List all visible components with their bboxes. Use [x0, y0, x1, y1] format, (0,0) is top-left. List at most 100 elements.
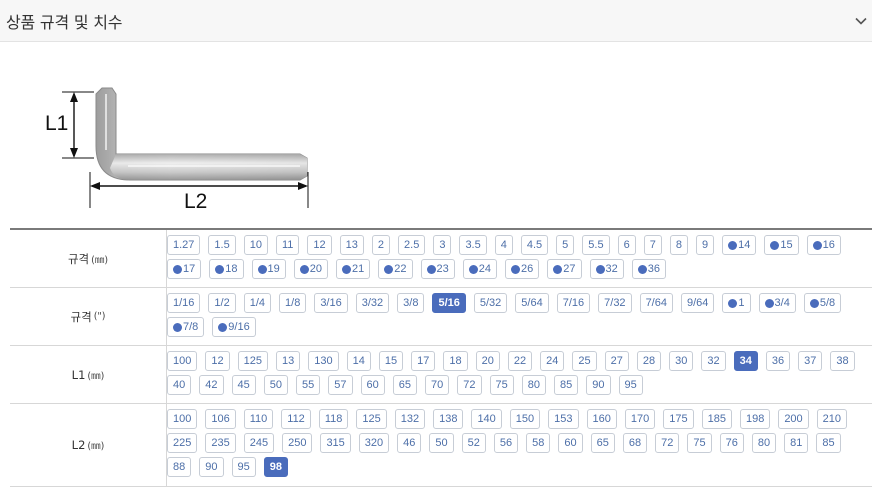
option-chip[interactable]: 1/16	[167, 293, 201, 313]
option-chip[interactable]: 315	[320, 433, 351, 453]
option-chip[interactable]: 40	[167, 375, 192, 395]
option-chip[interactable]: 7/8	[167, 317, 205, 337]
option-chip-selected[interactable]: 5/16	[432, 293, 466, 313]
option-chip[interactable]: 160	[586, 409, 617, 429]
option-chip[interactable]: 42	[199, 375, 224, 395]
option-chip[interactable]: 15	[378, 351, 404, 371]
option-chip[interactable]: 27	[547, 259, 582, 279]
option-chip[interactable]: 140	[471, 409, 502, 429]
option-chip[interactable]: 90	[586, 375, 611, 395]
option-chip[interactable]: 245	[243, 433, 275, 453]
option-chip[interactable]: 7/32	[598, 293, 632, 313]
option-chip[interactable]: 100	[167, 409, 198, 429]
option-chip[interactable]: 24	[540, 351, 565, 371]
option-chip[interactable]: 72	[655, 433, 680, 453]
option-chip[interactable]: 3/32	[355, 293, 390, 313]
option-chip[interactable]: 9/64	[680, 293, 715, 313]
option-chip[interactable]: 200	[778, 409, 809, 429]
option-chip[interactable]: 36	[765, 351, 791, 371]
option-chip[interactable]: 210	[816, 409, 848, 429]
option-chip[interactable]: 14	[346, 351, 371, 371]
option-chip[interactable]: 106	[205, 409, 236, 429]
option-chip[interactable]: 1/8	[279, 293, 307, 313]
option-chip[interactable]: 250	[282, 433, 313, 453]
option-chip[interactable]: 22	[378, 259, 413, 279]
option-chip[interactable]: 138	[433, 409, 464, 429]
option-chip[interactable]: 5/32	[473, 293, 508, 313]
option-chip[interactable]: 85	[554, 375, 579, 395]
option-chip[interactable]: 52	[461, 433, 486, 453]
option-chip[interactable]: 225	[167, 433, 198, 453]
option-chip[interactable]: 75	[687, 433, 712, 453]
option-chip-selected[interactable]: 34	[733, 351, 758, 371]
option-chip[interactable]: 6	[617, 235, 636, 255]
option-chip[interactable]: 37	[798, 351, 823, 371]
option-chip[interactable]: 22	[507, 351, 533, 371]
chevron-down-icon[interactable]	[850, 0, 872, 42]
option-chip[interactable]: 85	[816, 433, 841, 453]
option-chip[interactable]: 1	[722, 293, 751, 313]
option-chip[interactable]: 17	[411, 351, 436, 371]
option-chip[interactable]: 5	[556, 235, 575, 255]
option-chip[interactable]: 110	[243, 409, 274, 429]
option-chip[interactable]: 175	[663, 409, 694, 429]
option-chip[interactable]: 19	[251, 259, 286, 279]
option-chip[interactable]: 5/8	[803, 293, 842, 313]
option-chip[interactable]: 118	[318, 409, 349, 429]
option-chip[interactable]: 150	[509, 409, 541, 429]
option-chip[interactable]: 15	[764, 235, 799, 255]
option-chip[interactable]: 5/64	[515, 293, 549, 313]
option-chip[interactable]: 58	[526, 433, 551, 453]
option-chip[interactable]: 3/4	[758, 293, 796, 313]
option-chip[interactable]: 2.5	[398, 235, 426, 255]
option-chip[interactable]: 7/16	[556, 293, 591, 313]
option-chip[interactable]: 112	[281, 409, 311, 429]
option-chip[interactable]: 3/16	[314, 293, 348, 313]
option-chip[interactable]: 80	[521, 375, 546, 395]
option-chip[interactable]: 65	[392, 375, 417, 395]
option-chip[interactable]: 25	[572, 351, 597, 371]
option-chip[interactable]: 90	[199, 457, 224, 477]
option-chip[interactable]: 125	[356, 409, 387, 429]
option-chip[interactable]: 30	[669, 351, 694, 371]
option-chip[interactable]: 24	[462, 259, 497, 279]
option-chip[interactable]: 132	[394, 409, 426, 429]
option-chip[interactable]: 70	[425, 375, 450, 395]
option-chip[interactable]: 8	[669, 235, 688, 255]
option-chip[interactable]: 12	[307, 235, 332, 255]
option-chip[interactable]: 72	[457, 375, 482, 395]
option-chip[interactable]: 1.5	[208, 235, 236, 255]
option-chip[interactable]: 125	[237, 351, 268, 371]
option-chip[interactable]: 20	[293, 259, 328, 279]
option-chip[interactable]: 3/8	[397, 293, 425, 313]
option-chip[interactable]: 45	[231, 375, 256, 395]
option-chip[interactable]: 4.5	[520, 235, 549, 255]
option-chip[interactable]: 13	[275, 351, 301, 371]
option-chip[interactable]: 17	[167, 259, 202, 279]
option-chip[interactable]: 50	[263, 375, 288, 395]
option-chip[interactable]: 26	[505, 259, 540, 279]
option-chip[interactable]: 320	[358, 433, 390, 453]
option-chip[interactable]: 1/4	[243, 293, 272, 313]
option-chip[interactable]: 95	[231, 457, 256, 477]
option-chip[interactable]: 5.5	[582, 235, 610, 255]
option-chip[interactable]: 80	[751, 433, 777, 453]
option-chip[interactable]: 50	[429, 433, 454, 453]
option-chip[interactable]: 11	[275, 235, 300, 255]
option-chip[interactable]: 18	[209, 259, 244, 279]
option-chip[interactable]: 75	[489, 375, 514, 395]
option-chip[interactable]: 10	[243, 235, 268, 255]
option-chip[interactable]: 23	[420, 259, 455, 279]
option-chip[interactable]: 21	[336, 259, 371, 279]
option-chip[interactable]: 38	[830, 351, 855, 371]
option-chip[interactable]: 32	[589, 259, 624, 279]
option-chip[interactable]: 55	[296, 375, 321, 395]
option-chip[interactable]: 76	[719, 433, 744, 453]
option-chip[interactable]: 153	[548, 409, 579, 429]
option-chip[interactable]: 27	[604, 351, 629, 371]
option-chip[interactable]: 60	[558, 433, 583, 453]
option-chip[interactable]: 57	[328, 375, 353, 395]
option-chip[interactable]: 130	[308, 351, 339, 371]
option-chip[interactable]: 9/16	[212, 317, 256, 337]
option-chip[interactable]: 235	[205, 433, 236, 453]
